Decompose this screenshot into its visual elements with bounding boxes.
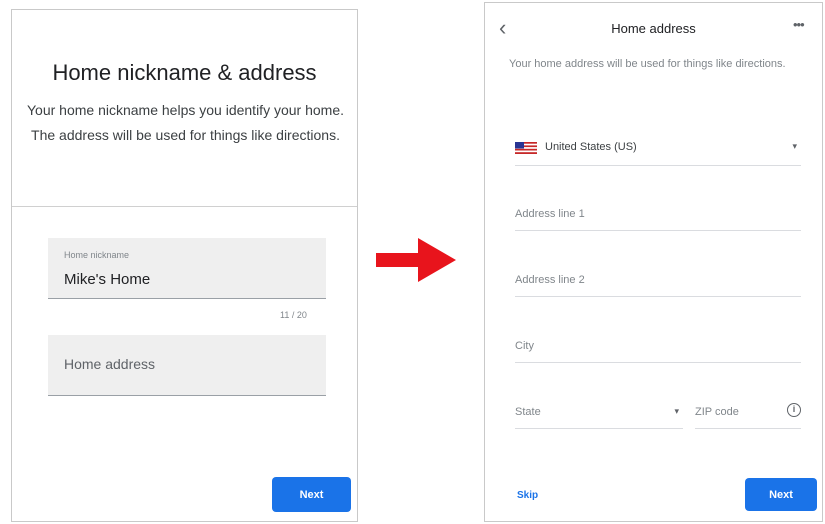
chevron-down-icon: ▾ — [674, 406, 679, 416]
page-title: Home nickname & address — [52, 60, 317, 85]
right-arrow-icon — [376, 238, 456, 282]
us-flag-icon — [515, 142, 537, 154]
next-button[interactable]: Next — [272, 477, 351, 512]
country-select[interactable]: United States (US) ▾ — [515, 137, 801, 166]
zip-code-placeholder: ZIP code — [695, 406, 739, 418]
state-select[interactable]: State ▾ — [515, 400, 683, 429]
nickname-screen: Home nickname & address Your home nickna… — [11, 9, 358, 522]
state-placeholder: State — [515, 406, 541, 418]
address-line-2-input[interactable]: Address line 2 — [515, 268, 801, 297]
city-input[interactable]: City — [515, 334, 801, 363]
info-icon[interactable]: i — [787, 403, 801, 417]
more-horiz-icon[interactable]: ••• — [793, 17, 805, 32]
page-description: Your home address will be used for thing… — [509, 58, 786, 70]
home-nickname-field[interactable]: Home nickname Mike's Home — [48, 238, 326, 299]
divider — [12, 206, 357, 207]
character-counter: 11 / 20 — [280, 310, 307, 320]
next-button[interactable]: Next — [745, 478, 817, 511]
home-address-field[interactable]: Home address — [48, 335, 326, 396]
address-line-1-input[interactable]: Address line 1 — [515, 202, 801, 231]
page-description: Your home nickname helps you identify yo… — [27, 102, 344, 143]
zip-code-input[interactable]: ZIP code i — [695, 400, 801, 429]
home-nickname-label: Home nickname — [64, 250, 130, 260]
skip-link[interactable]: Skip — [517, 490, 538, 501]
address-line-1-placeholder: Address line 1 — [515, 208, 585, 220]
home-nickname-value[interactable]: Mike's Home — [64, 271, 150, 288]
home-address-placeholder: Home address — [64, 356, 156, 372]
city-placeholder: City — [515, 340, 534, 352]
page-title: Home address — [611, 21, 696, 36]
country-label: United States (US) — [545, 141, 637, 153]
home-address-screen: ‹ Home address ••• Your home address wil… — [484, 2, 823, 522]
chevron-down-icon: ▾ — [792, 141, 797, 151]
address-line-2-placeholder: Address line 2 — [515, 274, 585, 286]
